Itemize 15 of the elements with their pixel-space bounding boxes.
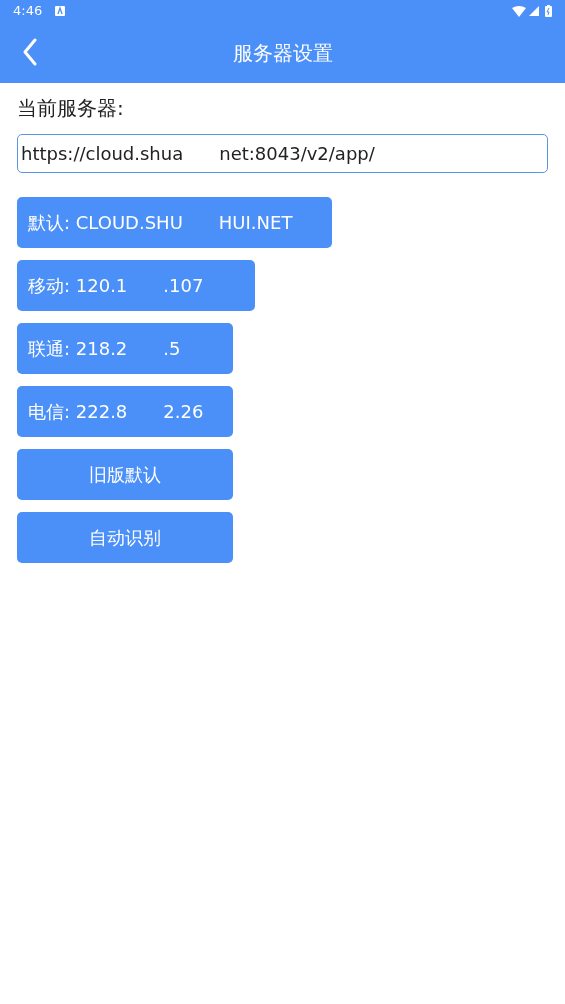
battery-icon <box>545 5 552 17</box>
server-option-button[interactable]: 联通: 218.2 .5 <box>17 323 233 374</box>
back-icon <box>22 38 38 66</box>
server-url-field[interactable]: https://cloud.shua net:8043/v2/app/ <box>17 134 548 173</box>
wifi-icon <box>512 5 526 17</box>
page-title: 服务器设置 <box>232 39 333 67</box>
server-option-button[interactable]: 电信: 222.8 2.26 <box>17 386 233 437</box>
signal-icon <box>529 6 539 16</box>
current-server-label: 当前服务器: <box>17 95 125 121</box>
server-option-button[interactable]: 默认: CLOUD.SHU HUI.NET <box>17 197 332 248</box>
server-option-button[interactable]: 旧版默认 <box>17 449 233 500</box>
status-time: 4:46 <box>13 2 43 21</box>
notification-icon <box>55 6 66 16</box>
server-option-button[interactable]: 自动识别 <box>17 512 233 563</box>
server-option-button[interactable]: 移动: 120.1 .107 <box>17 260 255 311</box>
